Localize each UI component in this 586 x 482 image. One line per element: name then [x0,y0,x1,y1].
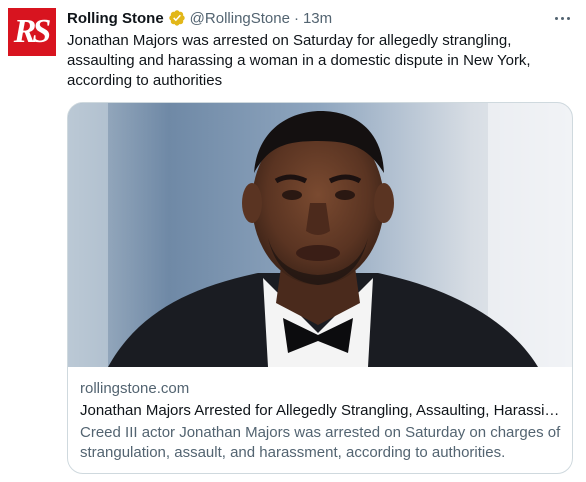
avatar-logo-text: RS [13,13,52,50]
more-dot [554,16,558,20]
display-name[interactable]: Rolling Stone [67,10,164,27]
card-photo [68,103,572,367]
user-handle[interactable]: @RollingStone [190,10,290,27]
tweet-text: Jonathan Majors was arrested on Saturday… [67,32,531,89]
more-options-icon[interactable] [552,8,572,28]
card-image[interactable] [68,103,572,367]
card-title: Jonathan Majors Arrested for Allegedly S… [80,402,562,419]
timestamp[interactable]: 13m [303,10,332,27]
more-dot [560,16,564,20]
more-dot [566,16,570,20]
separator-dot: · [293,9,299,27]
verified-badge-icon[interactable] [168,9,186,27]
card-text: rollingstone.com Jonathan Majors Arreste… [80,379,562,463]
link-card[interactable]: rollingstone.com Jonathan Majors Arreste… [67,102,573,474]
tweet[interactable]: RS Rolling Stone @RollingStone · 13m Jon… [0,0,586,482]
tweet-header: Rolling Stone @RollingStone · 13m [67,8,332,28]
card-description: Creed III actor Jonathan Majors was arre… [80,424,561,461]
card-domain: rollingstone.com [80,380,190,397]
avatar[interactable]: RS [8,8,56,56]
